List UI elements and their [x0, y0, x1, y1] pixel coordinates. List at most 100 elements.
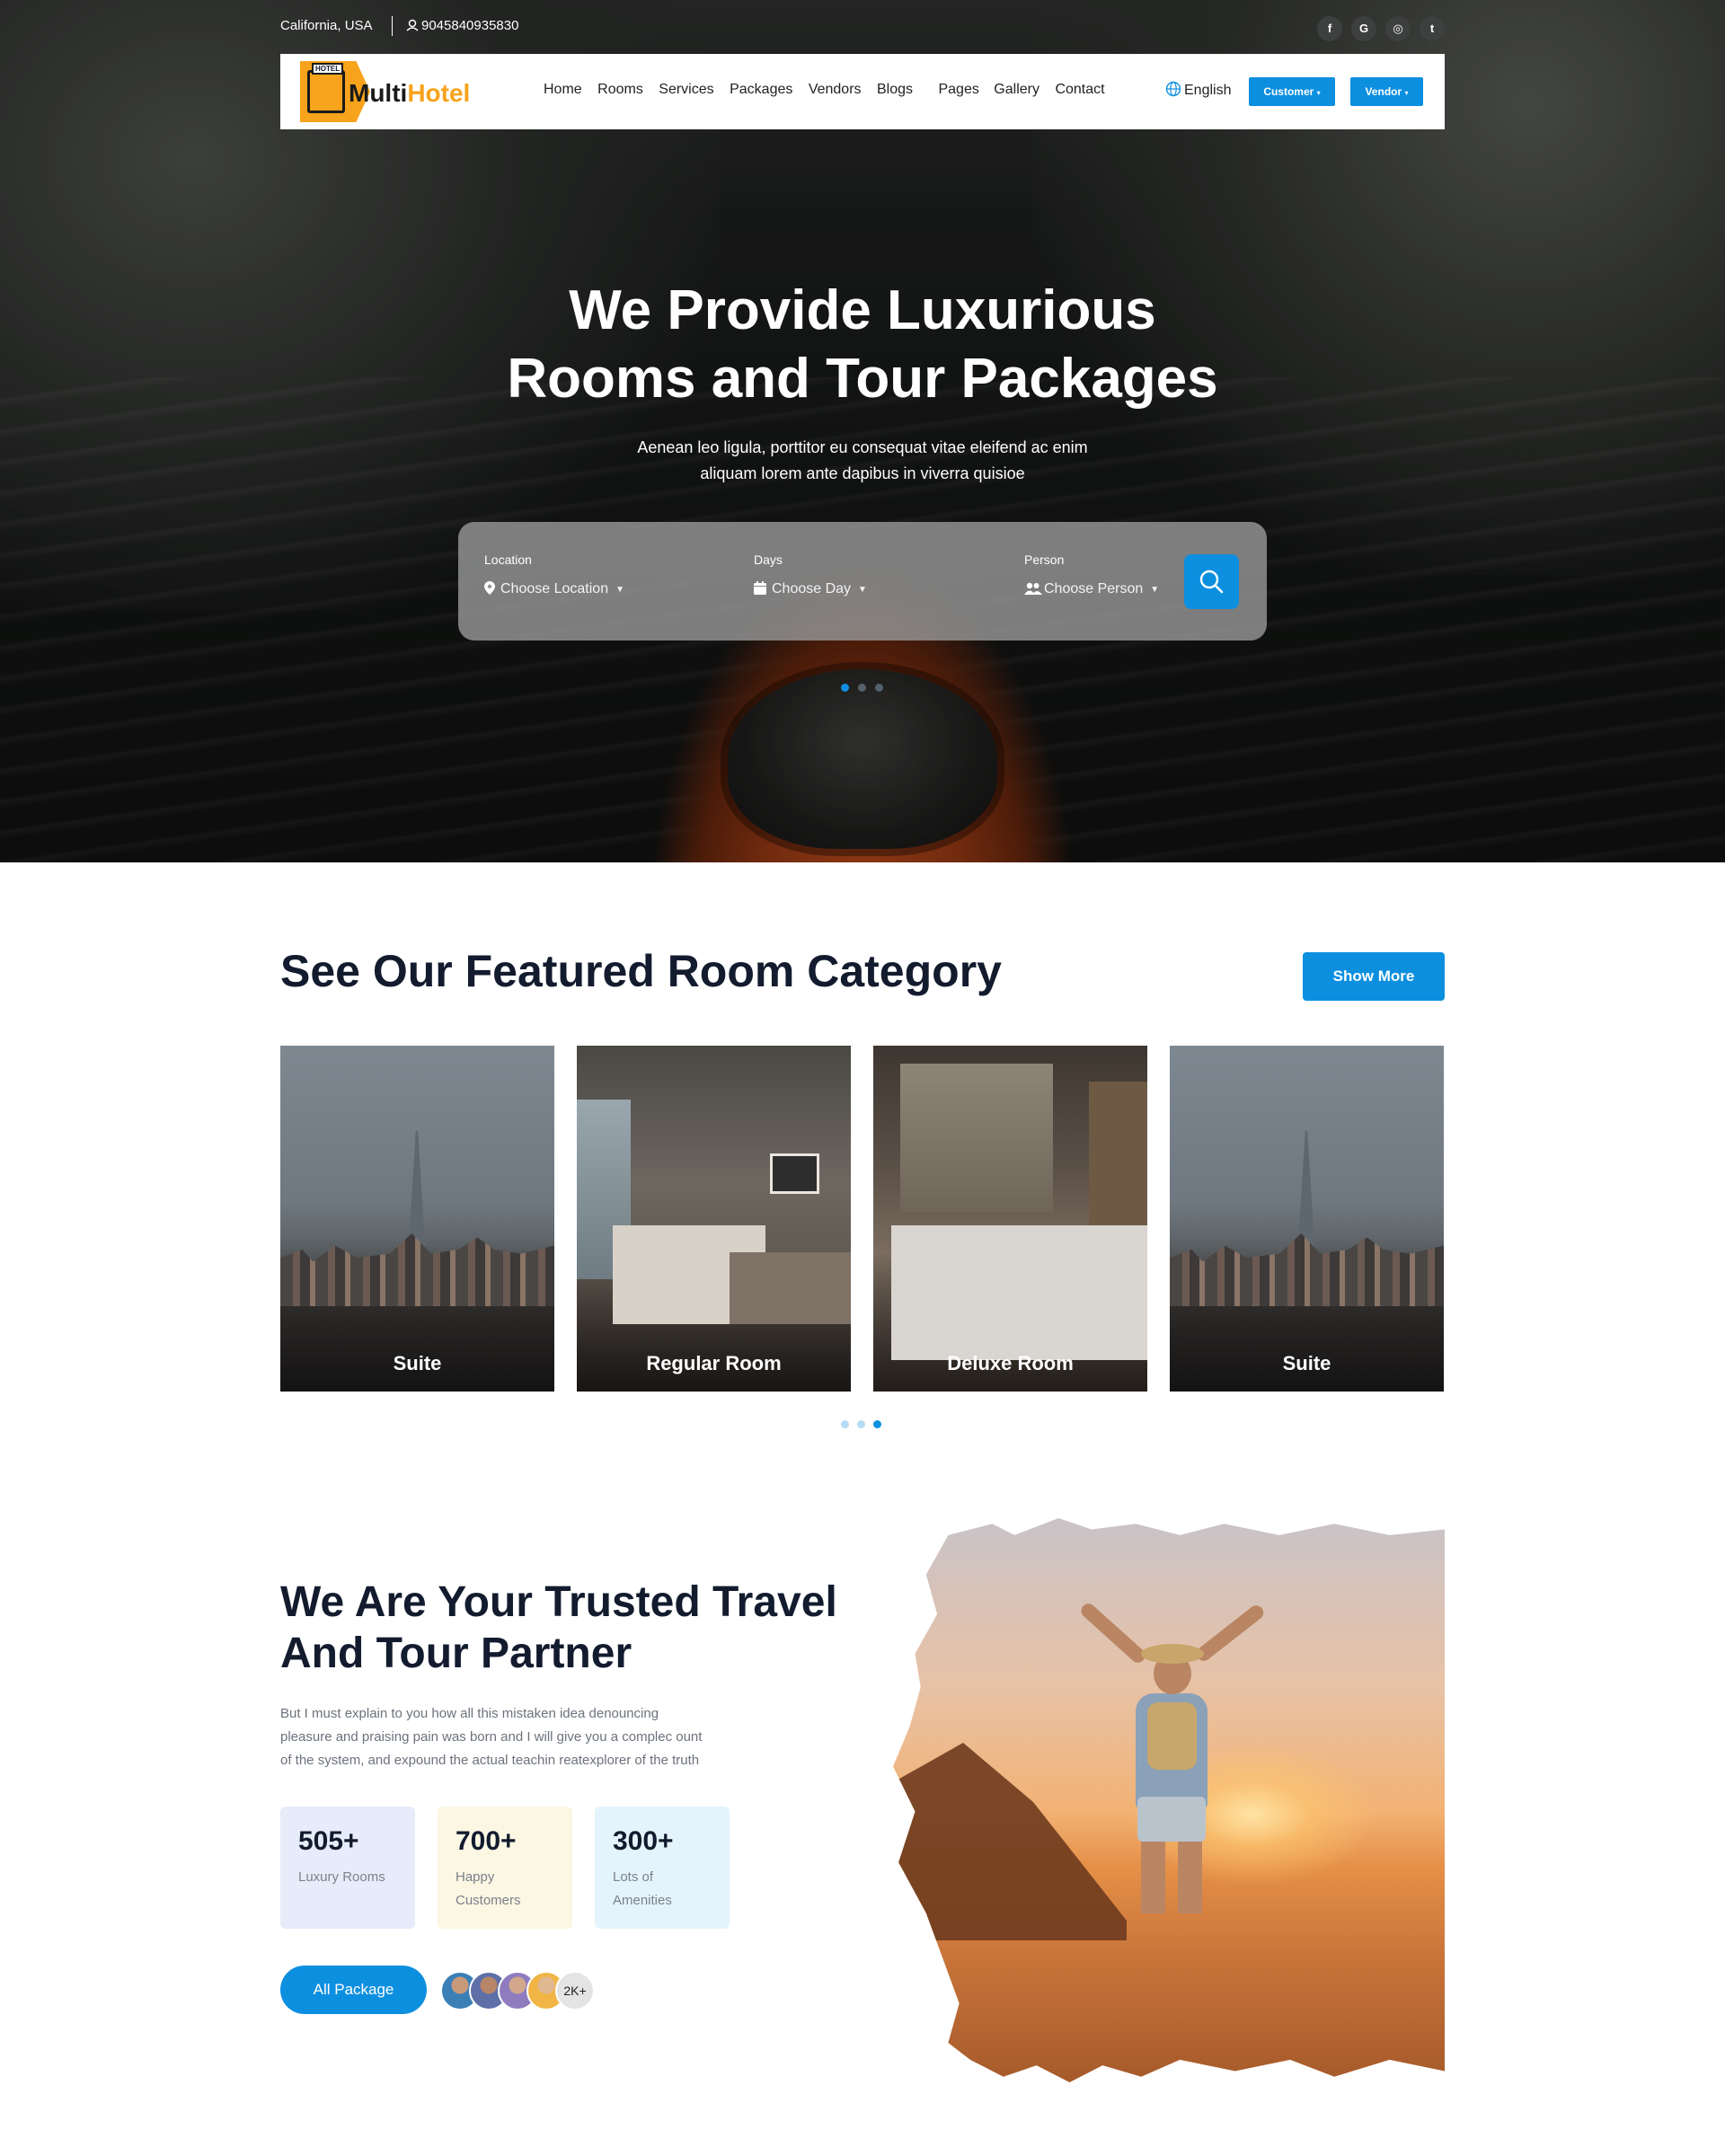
customer-label: Customer	[1263, 85, 1314, 98]
room-tv-image	[770, 1153, 819, 1194]
hero-section: California, USA 9045840935830 f G ◎ t HOTEL…	[0, 0, 1725, 862]
room-category-label: Suite	[393, 1352, 442, 1374]
stat-label: Lots of Amenities	[613, 1869, 672, 1908]
nav-item-services[interactable]: Services	[659, 82, 713, 98]
person-field[interactable]: Person Choose Person ▼	[1024, 552, 1159, 599]
hero-slider-dot[interactable]	[858, 684, 866, 692]
trusted-title-line1: We Are Your Trusted Travel	[280, 1578, 837, 1626]
divider	[392, 16, 393, 36]
phone-number: 9045840935830	[421, 18, 519, 33]
hero-subtitle-line1: Aenean leo ligula, porttitor eu consequa…	[637, 438, 1088, 456]
nav-menu: Home Rooms Services Packages Vendors Blo…	[544, 82, 1117, 98]
nav-item-home[interactable]: Home	[544, 82, 582, 98]
nav-item-gallery[interactable]: Gallery	[994, 82, 1039, 98]
stat-number: 300+	[613, 1826, 674, 1856]
hero-slider-dot[interactable]	[875, 684, 883, 692]
hero-slider-dot[interactable]	[841, 684, 849, 692]
room-category-card[interactable]: Suite	[280, 1046, 554, 1392]
hero-title: We Provide Luxurious Rooms and Tour Pack…	[413, 277, 1312, 413]
language-selector[interactable]: English	[1165, 81, 1231, 99]
search-icon	[1199, 570, 1224, 594]
customer-dropdown-button[interactable]: Customer ▾	[1249, 77, 1335, 106]
search-panel: Location Choose Location ▼ Days Choose Da…	[458, 522, 1267, 641]
room-category-card[interactable]: Regular Room	[577, 1046, 851, 1392]
location-label: Location	[484, 552, 532, 567]
logo-name-prefix: Multi	[349, 79, 408, 107]
chevron-down-icon: ▼	[615, 585, 624, 595]
room-sofa-image	[730, 1252, 851, 1324]
featured-slider-dot[interactable]	[873, 1420, 881, 1428]
person-select-value: Choose Person	[1044, 581, 1144, 596]
room-bed-image	[891, 1225, 1147, 1360]
room-wall-panel-image	[900, 1064, 1053, 1212]
trusted-section-title: We Are Your Trusted Travel And Tour Part…	[280, 1577, 873, 1679]
trusted-description: But I must explain to you how all this m…	[280, 1702, 748, 1772]
social-links: f G ◎ t	[1308, 16, 1445, 41]
language-label: English	[1184, 83, 1232, 98]
logo-hotel-tag: HOTEL	[312, 63, 344, 75]
logo-name: MultiHotel	[349, 79, 470, 108]
all-package-button[interactable]: All Package	[280, 1966, 427, 2014]
room-category-label: Deluxe Room	[947, 1352, 1074, 1374]
traveler-beach-image	[893, 1518, 1445, 2082]
days-field[interactable]: Days Choose Day ▼	[754, 552, 867, 599]
chevron-down-icon: ▼	[858, 585, 867, 595]
chevron-down-icon: ▼	[1150, 585, 1160, 595]
days-label: Days	[754, 552, 783, 567]
stat-number: 700+	[456, 1826, 517, 1856]
location-select-value: Choose Location	[500, 581, 609, 596]
calendar-icon	[754, 581, 766, 599]
location-field[interactable]: Location Choose Location ▼	[484, 552, 624, 599]
person-label: Person	[1024, 552, 1065, 567]
hero-subtitle: Aenean leo ligula, porttitor eu consequa…	[593, 435, 1132, 487]
top-bar: California, USA 9045840935830 f G ◎ t	[280, 16, 1445, 41]
map-pin-icon	[484, 581, 495, 599]
main-navbar: HOTEL MultiHotel Home Rooms Services Pac…	[280, 54, 1445, 129]
trusted-text-line1: But I must explain to you how all this m…	[280, 1706, 659, 1721]
room-category-label: Suite	[1282, 1352, 1331, 1374]
trusted-text-line3: of the system, and expound the actual te…	[280, 1753, 700, 1768]
facebook-icon[interactable]: f	[1317, 16, 1342, 41]
nav-item-contact[interactable]: Contact	[1055, 82, 1104, 98]
nav-item-blogs[interactable]: Blogs	[877, 82, 913, 98]
google-icon[interactable]: G	[1351, 16, 1376, 41]
featured-slider-dots	[841, 1417, 889, 1433]
room-category-card[interactable]: Deluxe Room	[873, 1046, 1147, 1392]
stat-card-happy-customers: 700+ Happy Customers	[438, 1807, 572, 1929]
search-button[interactable]	[1184, 554, 1239, 609]
image-hill	[893, 1743, 1127, 1940]
featured-slider-dot[interactable]	[841, 1420, 849, 1428]
location-text: California, USA	[280, 18, 373, 33]
featured-section-title: See Our Featured Room Category	[280, 946, 1002, 996]
phone-icon	[406, 19, 419, 31]
stat-label: Happy Customers	[456, 1869, 521, 1908]
avatar-more-count: 2K+	[555, 1971, 595, 2010]
stat-card-amenities: 300+ Lots of Amenities	[595, 1807, 730, 1929]
phone-text[interactable]: 9045840935830	[406, 18, 518, 33]
stat-label: Luxury Rooms	[298, 1869, 385, 1885]
room-category-label: Regular Room	[646, 1352, 782, 1374]
trusted-text-line2: pleasure and praising pain was born and …	[280, 1729, 703, 1745]
hotel-building-icon	[307, 70, 345, 113]
nav-item-rooms[interactable]: Rooms	[597, 82, 643, 98]
logo-name-suffix: Hotel	[407, 79, 471, 107]
vendor-label: Vendor	[1365, 85, 1402, 98]
site-logo[interactable]: HOTEL MultiHotel	[300, 61, 470, 122]
hero-slider-dots	[841, 680, 892, 696]
instagram-icon[interactable]: ◎	[1385, 16, 1411, 41]
nav-item-packages[interactable]: Packages	[730, 82, 792, 98]
globe-icon	[1165, 81, 1181, 97]
room-category-card[interactable]: Suite	[1170, 1046, 1444, 1392]
caret-down-icon: ▾	[1316, 89, 1321, 97]
stat-card-luxury-rooms: 505+ Luxury Rooms	[280, 1807, 415, 1929]
nav-item-vendors[interactable]: Vendors	[809, 82, 862, 98]
show-more-button[interactable]: Show More	[1303, 952, 1445, 1001]
trusted-title-line2: And Tour Partner	[280, 1630, 632, 1677]
hero-title-line2: Rooms and Tour Packages	[507, 348, 1218, 410]
featured-slider-dot[interactable]	[857, 1420, 865, 1428]
stat-number: 505+	[298, 1826, 359, 1856]
nav-item-pages[interactable]: Pages	[938, 82, 978, 98]
twitter-icon[interactable]: t	[1420, 16, 1445, 41]
hero-subtitle-line2: aliquam lorem ante dapibus in viverra qu…	[700, 464, 1025, 482]
vendor-dropdown-button[interactable]: Vendor ▾	[1350, 77, 1423, 106]
